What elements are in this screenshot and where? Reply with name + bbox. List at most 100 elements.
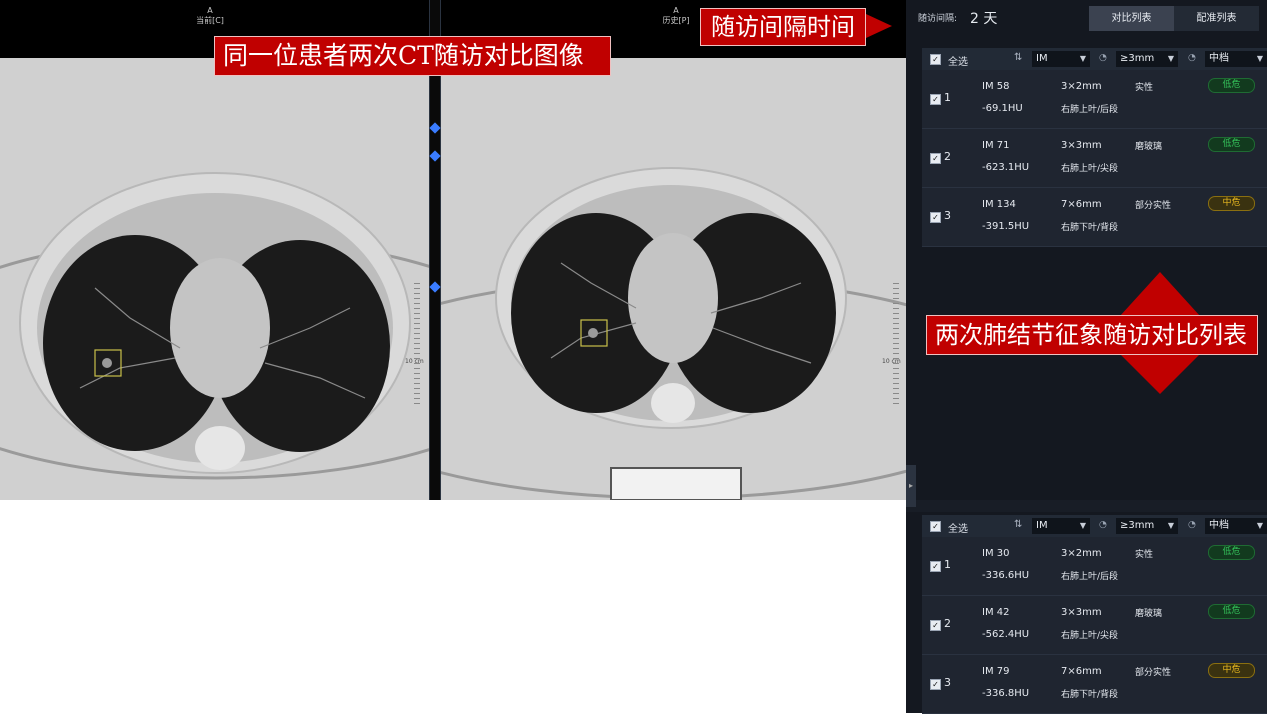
gauge-icon: ◔ — [1099, 520, 1107, 530]
table-row[interactable]: ✓ 1 IM 30 -336.6HU 3×2mm 右肺上叶/后段 实性 低危 — [922, 537, 1267, 596]
row-hu-value: -623.1HU — [982, 162, 1030, 173]
current-ct-image[interactable]: 10 cm — [0, 58, 429, 500]
scale-ruler — [414, 283, 420, 408]
risk-filter-dropdown[interactable]: 中档 ▼ — [1205, 51, 1267, 67]
current-series-label: 当前[C] — [196, 16, 224, 25]
row-index: 2 — [944, 617, 951, 630]
collapse-panel-button[interactable]: ▸ — [906, 465, 916, 507]
gauge-icon: ◔ — [1188, 520, 1196, 530]
slice-marker-icon[interactable] — [429, 122, 441, 134]
current-nodule-list: ✓ 全选 ⇅ IM ▼ ◔ ≥3mm ▼ ◔ 中档 ▼ ✓ 1 IM 58 -69.1… — [922, 48, 1267, 247]
row-location: 右肺上叶/后段 — [1061, 572, 1119, 582]
row-index: 2 — [944, 150, 951, 163]
prior-nodule-list: ✓ 全选 ⇅ IM ▼ ◔ ≥3mm ▼ ◔ 中档 ▼ ✓ 1 IM 30 -336.… — [922, 515, 1267, 714]
row-location: 右肺上叶/尖段 — [1061, 631, 1119, 641]
follow-up-interval-label: 随访间隔: — [918, 14, 958, 24]
row-image-number: IM 71 — [982, 140, 1010, 151]
callout-arrow — [866, 14, 892, 38]
callout-list: 两次肺结节征象随访对比列表 — [926, 315, 1258, 355]
prior-ct-image[interactable]: 10 cm — [441, 58, 906, 500]
row-size: 3×3mm — [1061, 140, 1102, 151]
row-image-number: IM 42 — [982, 607, 1010, 618]
row-checkbox[interactable]: ✓ — [930, 94, 941, 105]
row-checkbox[interactable]: ✓ — [930, 561, 941, 572]
row-location: 右肺下叶/背段 — [1061, 690, 1119, 700]
table-row[interactable]: ✓ 3 IM 79 -336.8HU 7×6mm 右肺下叶/背段 部分实性 中危 — [922, 655, 1267, 714]
row-index: 1 — [944, 91, 951, 104]
select-all-checkbox[interactable]: ✓ — [930, 521, 941, 532]
row-hu-value: -69.1HU — [982, 103, 1023, 114]
row-index: 3 — [944, 676, 951, 689]
risk-badge: 中危 — [1208, 663, 1255, 678]
row-hu-value: -562.4HU — [982, 629, 1030, 640]
im-dropdown[interactable]: IM ▼ — [1032, 518, 1090, 534]
callout-comparison-images: 同一位患者两次CT随访对比图像 — [214, 36, 611, 76]
list-header: ✓ 全选 ⇅ IM ▼ ◔ ≥3mm ▼ ◔ 中档 ▼ — [922, 515, 1267, 537]
row-checkbox[interactable]: ✓ — [930, 212, 941, 223]
row-checkbox[interactable]: ✓ — [930, 620, 941, 631]
row-index: 3 — [944, 209, 951, 222]
table-row[interactable]: ✓ 2 IM 71 -623.1HU 3×3mm 右肺上叶/尖段 磨玻璃 低危 — [922, 129, 1267, 188]
risk-badge: 低危 — [1208, 78, 1255, 93]
risk-badge: 低危 — [1208, 137, 1255, 152]
callout-arrow — [1120, 272, 1200, 316]
row-hu-value: -336.6HU — [982, 570, 1030, 581]
chevron-down-icon: ▼ — [1256, 54, 1263, 63]
tab-comparison-list[interactable]: 对比列表 — [1089, 6, 1174, 31]
risk-badge: 低危 — [1208, 545, 1255, 560]
nodule-comparison-panel: 随访间隔: 2 天 对比列表 配准列表 ✓ 全选 ⇅ IM ▼ ◔ ≥3mm ▼ ◔… — [906, 0, 1267, 714]
row-type: 实性 — [1135, 83, 1154, 93]
risk-filter-dropdown[interactable]: 中档 ▼ — [1205, 518, 1267, 534]
row-image-number: IM 58 — [982, 81, 1010, 92]
sort-icon[interactable]: ⇅ — [1014, 52, 1022, 63]
gauge-icon: ◔ — [1188, 53, 1196, 63]
im-dropdown[interactable]: IM ▼ — [1032, 51, 1090, 67]
orientation-label: A — [207, 6, 213, 15]
tab-registration-list[interactable]: 配准列表 — [1174, 6, 1259, 31]
row-location: 右肺下叶/背段 — [1061, 223, 1119, 233]
gauge-icon: ◔ — [1099, 53, 1107, 63]
chevron-down-icon: ▼ — [1167, 54, 1174, 63]
panel-divider — [906, 500, 1267, 512]
row-type: 磨玻璃 — [1135, 609, 1163, 619]
row-size: 3×2mm — [1061, 81, 1102, 92]
list-header: ✓ 全选 ⇅ IM ▼ ◔ ≥3mm ▼ ◔ 中档 ▼ — [922, 48, 1267, 70]
size-filter-dropdown[interactable]: ≥3mm ▼ — [1116, 518, 1178, 534]
row-hu-value: -336.8HU — [982, 688, 1030, 699]
chevron-down-icon: ▼ — [1079, 521, 1086, 530]
scale-ruler — [893, 283, 899, 408]
row-hu-value: -391.5HU — [982, 221, 1030, 232]
row-location: 右肺上叶/后段 — [1061, 105, 1119, 115]
chevron-down-icon: ▼ — [1079, 54, 1086, 63]
sort-icon[interactable]: ⇅ — [1014, 519, 1022, 530]
risk-badge: 低危 — [1208, 604, 1255, 619]
row-image-number: IM 134 — [982, 199, 1016, 210]
table-row[interactable]: ✓ 3 IM 134 -391.5HU 7×6mm 右肺下叶/背段 部分实性 中… — [922, 188, 1267, 247]
chevron-down-icon: ▼ — [1167, 521, 1174, 530]
table-row[interactable]: ✓ 2 IM 42 -562.4HU 3×3mm 右肺上叶/尖段 磨玻璃 低危 — [922, 596, 1267, 655]
chevron-down-icon: ▼ — [1256, 521, 1263, 530]
select-all-label[interactable]: 全选 — [948, 520, 968, 535]
prior-ct-slice — [441, 58, 906, 500]
row-type: 部分实性 — [1135, 201, 1172, 211]
table-row[interactable]: ✓ 1 IM 58 -69.1HU 3×2mm 右肺上叶/后段 实性 低危 — [922, 70, 1267, 129]
row-index: 1 — [944, 558, 951, 571]
select-all-checkbox[interactable]: ✓ — [930, 54, 941, 65]
risk-badge: 中危 — [1208, 196, 1255, 211]
row-image-number: IM 79 — [982, 666, 1010, 677]
row-type: 部分实性 — [1135, 668, 1172, 678]
current-ct-slice — [0, 58, 429, 500]
row-checkbox[interactable]: ✓ — [930, 153, 941, 164]
select-all-label[interactable]: 全选 — [948, 53, 968, 68]
row-location: 右肺上叶/尖段 — [1061, 164, 1119, 174]
slice-marker-icon[interactable] — [429, 150, 441, 162]
size-filter-dropdown[interactable]: ≥3mm ▼ — [1116, 51, 1178, 67]
row-size: 7×6mm — [1061, 199, 1102, 210]
follow-up-interval-value: 2 天 — [970, 11, 998, 27]
row-type: 实性 — [1135, 550, 1154, 560]
row-checkbox[interactable]: ✓ — [930, 679, 941, 690]
slice-marker-icon[interactable] — [429, 281, 441, 293]
row-size: 7×6mm — [1061, 666, 1102, 677]
row-size: 3×2mm — [1061, 548, 1102, 559]
row-size: 3×3mm — [1061, 607, 1102, 618]
